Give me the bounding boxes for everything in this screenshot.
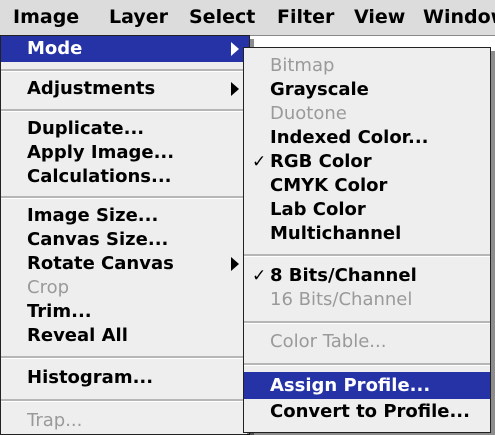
menu-item-label: Duotone: [270, 103, 347, 124]
screen: Image Layer Select Filter View Window Mo…: [0, 0, 495, 435]
checkmark-icon: ✓: [252, 152, 267, 172]
menu-item-label: Mode: [27, 38, 83, 59]
menu-bar: Image Layer Select Filter View Window: [0, 0, 495, 36]
submenu-arrow-icon: [231, 257, 239, 271]
menu-item-label: Lab Color: [270, 199, 366, 220]
menu-item-duotone: Duotone: [244, 102, 490, 126]
menu-item-canvas-size[interactable]: Canvas Size...: [1, 228, 249, 252]
menu-item-rgb-color[interactable]: ✓ RGB Color: [244, 150, 490, 174]
submenu-arrow-icon: [231, 42, 239, 56]
menu-select[interactable]: Select: [180, 0, 264, 35]
menu-separator: [244, 321, 490, 324]
submenu-arrow-icon: [231, 82, 239, 96]
menu-window[interactable]: Window: [414, 0, 495, 35]
menu-item-multichannel[interactable]: Multichannel: [244, 222, 490, 246]
menu-item-bitmap: Bitmap: [244, 54, 490, 78]
menu-item-16-bits-channel: 16 Bits/Channel: [244, 288, 490, 312]
menu-item-label: Color Table...: [270, 331, 387, 352]
menu-item-indexed-color[interactable]: Indexed Color...: [244, 126, 490, 150]
menu-item-label: Indexed Color...: [270, 127, 429, 148]
menu-separator: [1, 69, 249, 72]
menu-separator: [244, 254, 490, 257]
menu-item-histogram[interactable]: Histogram...: [1, 366, 249, 390]
menu-separator: [1, 196, 249, 199]
menu-view[interactable]: View: [345, 0, 414, 35]
menu-item-8-bits-channel[interactable]: ✓ 8 Bits/Channel: [244, 264, 490, 288]
menu-item-rotate-canvas[interactable]: Rotate Canvas: [1, 252, 249, 276]
checkmark-icon: ✓: [252, 266, 267, 286]
menu-item-label: Convert to Profile...: [270, 401, 470, 422]
menu-item-label: 8 Bits/Channel: [270, 265, 417, 286]
menu-item-label: RGB Color: [270, 151, 372, 172]
menu-item-lab-color[interactable]: Lab Color: [244, 198, 490, 222]
menu-item-duplicate[interactable]: Duplicate...: [1, 117, 249, 141]
menu-separator: [1, 399, 249, 402]
menu-item-convert-to-profile[interactable]: Convert to Profile...: [244, 400, 490, 424]
menu-item-assign-profile[interactable]: Assign Profile...: [244, 372, 490, 399]
menu-item-crop: Crop: [27, 277, 70, 298]
menu-separator: [1, 356, 249, 359]
menu-layer[interactable]: Layer: [100, 0, 177, 35]
menu-item-label: Grayscale: [270, 79, 369, 100]
menu-item-label: Multichannel: [270, 223, 402, 244]
menu-item-color-table: Color Table...: [244, 330, 490, 354]
menu-item-calculations[interactable]: Calculations...: [1, 165, 249, 189]
menu-item-cmyk-color[interactable]: CMYK Color: [244, 174, 490, 198]
menu-item-image-size[interactable]: Image Size...: [1, 204, 249, 228]
menu-item-reveal-all[interactable]: Reveal All: [1, 324, 249, 348]
menu-item-mode[interactable]: Mode: [1, 36, 249, 62]
menu-item-grayscale[interactable]: Grayscale: [244, 78, 490, 102]
menu-item-label: Rotate Canvas: [27, 253, 174, 274]
menu-filter[interactable]: Filter: [268, 0, 343, 35]
menu-item-adjustments[interactable]: Adjustments: [1, 77, 249, 101]
mode-submenu: Bitmap Grayscale Duotone Indexed Color..…: [243, 47, 491, 433]
menu-item-apply-image[interactable]: Apply Image...: [1, 141, 249, 165]
menu-image[interactable]: Image: [4, 0, 88, 35]
menu-item-label: Assign Profile...: [270, 375, 431, 396]
menu-item-label: Adjustments: [27, 78, 156, 99]
menu-item-trap: Trap...: [27, 410, 83, 431]
menu-item-label: Bitmap: [270, 55, 335, 76]
menu-item-trim[interactable]: Trim...: [1, 300, 249, 324]
menu-item-label: CMYK Color: [270, 175, 388, 196]
menu-separator: [1, 109, 249, 112]
menu-separator: [244, 363, 490, 366]
image-menu: Mode Adjustments Duplicate... Apply Imag…: [0, 35, 250, 435]
menu-item-label: 16 Bits/Channel: [270, 289, 413, 310]
